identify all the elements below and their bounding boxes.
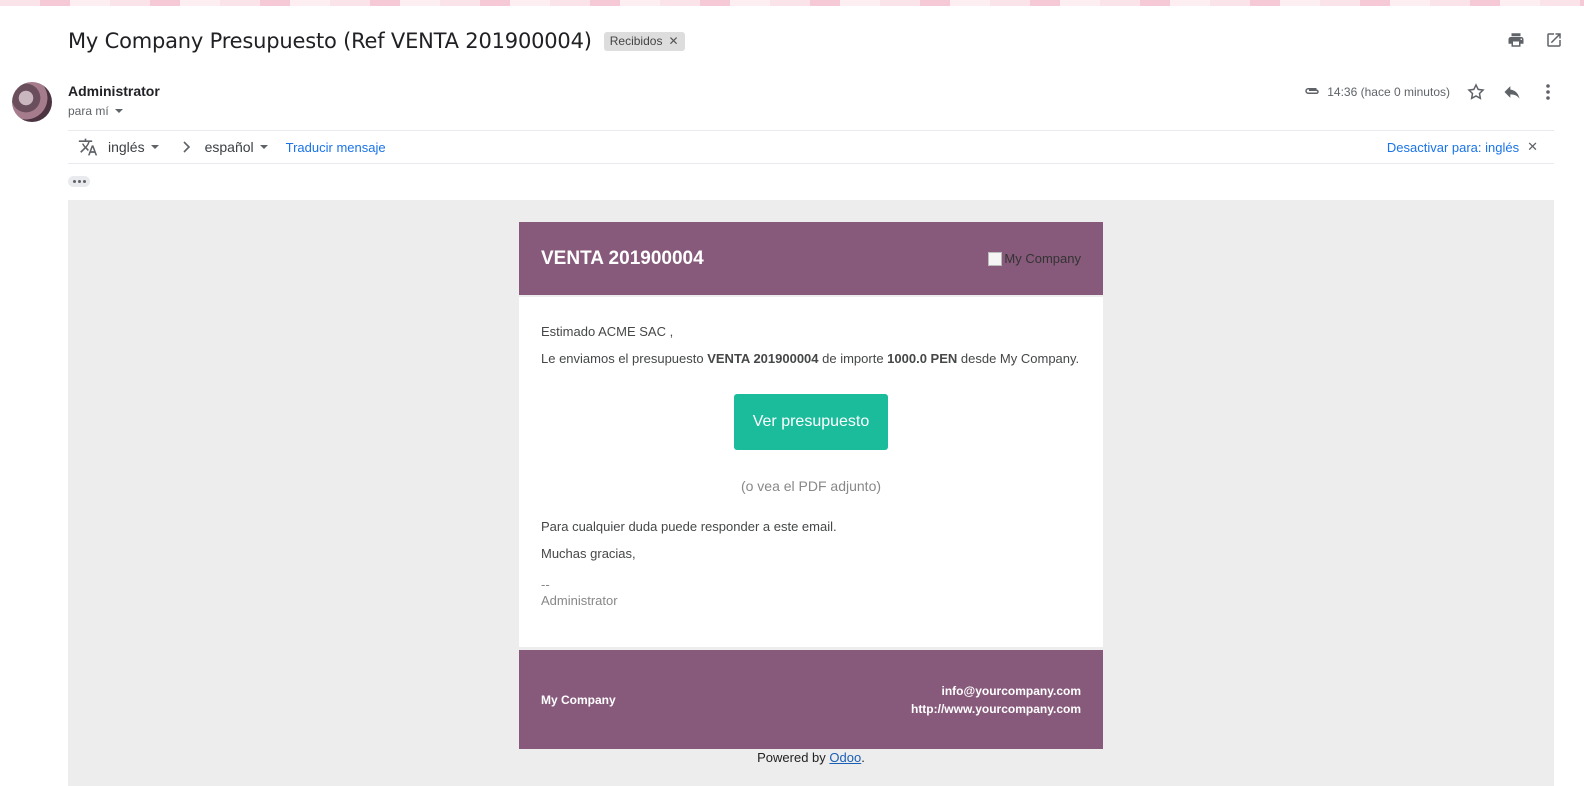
message-meta: 14:36 (hace 0 minutos): [1303, 80, 1558, 104]
star-icon[interactable]: [1466, 82, 1486, 102]
recipient-details[interactable]: para mí: [68, 104, 123, 118]
greeting-text: Estimado ACME SAC ,: [541, 324, 674, 339]
chevron-right-icon: [181, 141, 191, 153]
remove-label-icon[interactable]: ✕: [668, 34, 678, 48]
ellipsis-dot: [82, 180, 86, 183]
open-in-new-window-icon[interactable]: [1544, 30, 1564, 50]
sender-avatar[interactable]: [12, 82, 52, 122]
company-logo: My Company: [988, 251, 1081, 266]
disable-translation-link[interactable]: Desactivar para: inglés: [1387, 140, 1519, 155]
button-wrapper: Ver presupuesto: [541, 394, 1081, 450]
chevron-down-icon: [259, 145, 268, 149]
reply-icon[interactable]: [1502, 82, 1522, 102]
timestamp-group: 14:36 (hace 0 minutos): [1303, 85, 1450, 100]
source-language-label: inglés: [108, 139, 145, 155]
powered-by-prefix: Powered by: [757, 750, 830, 765]
target-language-label: español: [204, 139, 254, 155]
paperclip-icon: [1303, 85, 1321, 100]
print-icon[interactable]: [1506, 30, 1526, 50]
sentence-reference: VENTA 201900004: [707, 351, 819, 366]
footer-contact: info@yourcompany.com http://www.yourcomp…: [911, 682, 1081, 718]
card-body: Estimado ACME SAC , Le enviamos el presu…: [519, 297, 1103, 647]
card-footer: My Company info@yourcompany.com http://w…: [519, 650, 1103, 749]
quotation-email-card: VENTA 201900004 My Company Estimado ACME…: [519, 222, 1103, 749]
inbox-label-chip[interactable]: Recibidos ✕: [603, 31, 685, 51]
signature-name: Administrator: [541, 593, 618, 608]
thanks-text: Muchas gracias,: [541, 546, 636, 561]
footer-website[interactable]: http://www.yourcompany.com: [911, 700, 1081, 718]
chevron-down-icon: [114, 109, 123, 113]
ellipsis-dot: [77, 180, 81, 183]
source-language-select[interactable]: inglés: [108, 139, 159, 155]
recipient-text: para mí: [68, 104, 109, 118]
footer-email[interactable]: info@yourcompany.com: [911, 682, 1082, 700]
show-trimmed-content-button[interactable]: [68, 176, 90, 187]
sentence-amount: 1000.0 PEN: [887, 351, 958, 366]
thread-actions: [1506, 30, 1564, 50]
sentence-middle: de importe: [818, 351, 888, 366]
footer-company-name: My Company: [541, 692, 616, 707]
disable-translation: Desactivar para: inglés ✕: [1387, 131, 1538, 163]
questions-text: Para cualquier duda puede responder a es…: [541, 519, 837, 534]
signature-separator: --: [541, 577, 550, 592]
powered-by: Powered by Odoo.: [519, 750, 1103, 765]
timestamp: 14:36 (hace 0 minutos): [1327, 85, 1450, 99]
pdf-attachment-note: (o vea el PDF adjunto): [740, 478, 882, 494]
sender-name[interactable]: Administrator: [68, 83, 160, 99]
email-subject: My Company Presupuesto (Ref VENTA 201900…: [68, 29, 592, 53]
translate-message-link[interactable]: Traducir mensaje: [286, 140, 386, 155]
company-logo-alt-text: My Company: [1004, 251, 1081, 266]
target-language-select[interactable]: español: [205, 139, 268, 155]
translation-bar: inglés español Traducir mensaje Desactiv…: [68, 130, 1554, 164]
inbox-label-text: Recibidos: [609, 34, 663, 48]
odoo-link[interactable]: Odoo: [829, 750, 861, 765]
translate-icon: [78, 137, 98, 157]
card-header: VENTA 201900004 My Company: [519, 222, 1103, 295]
powered-by-suffix: .: [861, 750, 865, 765]
ellipsis-dot: [72, 180, 76, 183]
sentence-prefix: Le enviamos el presupuesto: [541, 351, 708, 366]
sentence-suffix: desde My Company.: [957, 351, 1080, 366]
quotation-reference: VENTA 201900004: [541, 247, 704, 269]
subject-row: My Company Presupuesto (Ref VENTA 201900…: [68, 26, 685, 56]
more-vert-icon[interactable]: [1538, 82, 1558, 102]
theme-header-strip: [0, 0, 1584, 6]
close-icon[interactable]: ✕: [1527, 139, 1538, 155]
quotation-sentence: Le enviamos el presupuesto VENTA 2019000…: [541, 350, 1081, 368]
chevron-down-icon: [150, 145, 159, 149]
view-quotation-button[interactable]: Ver presupuesto: [733, 394, 889, 450]
broken-image-icon: [988, 251, 1003, 266]
